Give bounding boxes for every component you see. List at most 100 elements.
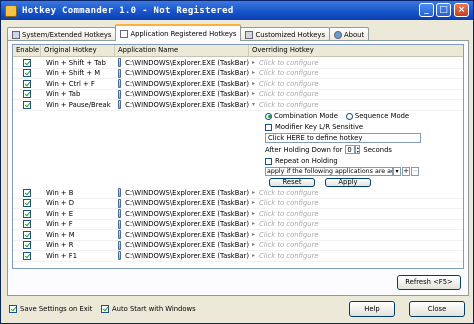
header-application-name[interactable]: Application Name bbox=[115, 45, 249, 57]
close-button[interactable]: Close bbox=[409, 301, 465, 317]
application-name: C:\WINDOWS\Explorer.EXE (TaskBar) bbox=[125, 199, 249, 208]
header-original-hotkey[interactable]: Original Hotkey bbox=[41, 45, 115, 57]
explorer-icon bbox=[118, 219, 122, 229]
add-icon[interactable]: + bbox=[402, 167, 410, 176]
overriding-hotkey-cell[interactable]: ▸ Click to configure bbox=[249, 198, 463, 208]
application-name: C:\WINDOWS\Explorer.EXE (TaskBar) bbox=[125, 69, 249, 78]
table-row[interactable]: Win + R C:\WINDOWS\Explorer.EXE (TaskBar… bbox=[13, 240, 463, 251]
expand-arrow-icon[interactable]: ▸ bbox=[252, 230, 255, 240]
expand-arrow-icon[interactable]: ▸ bbox=[252, 240, 255, 250]
enable-checkbox[interactable] bbox=[23, 209, 31, 218]
auto-start-option[interactable]: Auto Start with Windows bbox=[101, 305, 196, 313]
reset-button[interactable]: Reset bbox=[269, 178, 315, 187]
enable-checkbox[interactable] bbox=[23, 199, 31, 208]
expand-arrow-icon[interactable]: ▸ bbox=[252, 188, 255, 198]
application-name: C:\WINDOWS\Explorer.EXE (TaskBar) bbox=[125, 241, 249, 250]
expand-arrow-icon[interactable]: ▸ bbox=[252, 219, 255, 229]
expand-arrow-icon[interactable]: ▸ bbox=[252, 79, 255, 89]
overriding-hotkey-cell[interactable]: ▸ Click to configure bbox=[249, 58, 463, 68]
explorer-icon bbox=[118, 58, 122, 68]
tab-system-hotkeys[interactable]: System/Extended Hotkeys bbox=[7, 27, 117, 41]
original-hotkey: Win + E bbox=[46, 209, 74, 218]
sequence-mode-radio[interactable] bbox=[345, 112, 353, 120]
maximize-button[interactable]: □ bbox=[436, 3, 451, 17]
tab-customized-hotkeys[interactable]: Customized Hotkeys bbox=[240, 27, 330, 41]
define-hotkey-field[interactable]: Click HERE to define hotkey bbox=[265, 133, 421, 143]
minimize-button[interactable]: _ bbox=[419, 3, 434, 17]
overriding-hotkey-cell[interactable]: ▸ Click to configure bbox=[249, 251, 463, 261]
collapse-arrow-icon[interactable]: ▾ bbox=[252, 100, 255, 110]
table-row[interactable]: Win + Shift + Tab C:\WINDOWS\Explorer.EX… bbox=[13, 58, 463, 69]
enable-checkbox[interactable] bbox=[23, 58, 31, 67]
expand-arrow-icon[interactable]: ▸ bbox=[252, 209, 255, 219]
repeat-checkbox[interactable] bbox=[265, 157, 272, 165]
header-enable[interactable]: Enable bbox=[13, 45, 41, 57]
tab-application-hotkeys[interactable]: Application Registered Hotkeys bbox=[115, 24, 242, 41]
overriding-hotkey-cell[interactable]: ▸ Click to configure bbox=[249, 240, 463, 250]
enable-checkbox[interactable] bbox=[23, 90, 31, 99]
overriding-hotkey-cell[interactable]: ▸ Click to configure bbox=[249, 219, 463, 229]
table-row[interactable]: Win + E C:\WINDOWS\Explorer.EXE (TaskBar… bbox=[13, 209, 463, 220]
expand-arrow-icon[interactable]: ▸ bbox=[252, 198, 255, 208]
auto-start-checkbox[interactable] bbox=[101, 305, 109, 313]
table-row[interactable]: Win + D C:\WINDOWS\Explorer.EXE (TaskBar… bbox=[13, 198, 463, 209]
close-window-button[interactable]: × bbox=[454, 3, 469, 17]
enable-checkbox[interactable] bbox=[23, 251, 31, 260]
enable-checkbox[interactable] bbox=[23, 100, 31, 109]
override-label: Click to configure bbox=[259, 251, 319, 260]
expand-arrow-icon[interactable]: ▸ bbox=[252, 58, 255, 68]
save-settings-option[interactable]: Save Settings on Exit bbox=[9, 305, 92, 313]
info-icon bbox=[334, 30, 342, 39]
enable-checkbox[interactable] bbox=[23, 241, 31, 250]
modifier-lr-checkbox[interactable] bbox=[265, 123, 272, 131]
header-overriding-hotkey[interactable]: Overriding Hotkey bbox=[249, 45, 463, 57]
expand-arrow-icon[interactable]: ▸ bbox=[252, 89, 255, 99]
enable-checkbox[interactable] bbox=[23, 220, 31, 229]
tab-about[interactable]: About bbox=[329, 27, 370, 41]
table-row[interactable]: Win + M C:\WINDOWS\Explorer.EXE (TaskBar… bbox=[13, 230, 463, 241]
override-label: Click to configure bbox=[259, 58, 319, 67]
table-row[interactable]: Win + Tab C:\WINDOWS\Explorer.EXE (TaskB… bbox=[13, 89, 463, 100]
save-settings-checkbox[interactable] bbox=[9, 305, 17, 313]
chevron-down-icon[interactable]: ▾ bbox=[393, 167, 401, 176]
refresh-button[interactable]: Refresh <F5> bbox=[397, 275, 461, 290]
enable-checkbox[interactable] bbox=[23, 69, 31, 78]
expand-arrow-icon[interactable]: ▸ bbox=[252, 251, 255, 261]
enable-checkbox[interactable] bbox=[23, 230, 31, 239]
table-row[interactable]: Win + Pause/Break C:\WINDOWS\Explorer.EX… bbox=[13, 100, 463, 111]
combination-mode-radio[interactable] bbox=[265, 112, 272, 120]
enable-checkbox[interactable] bbox=[23, 188, 31, 197]
apply-condition-select[interactable]: apply if the following applications are … bbox=[265, 167, 393, 176]
overriding-hotkey-cell[interactable]: ▸ Click to configure bbox=[249, 68, 463, 78]
tab-label: System/Extended Hotkeys bbox=[22, 30, 112, 39]
overriding-hotkey-cell[interactable]: ▸ Click to configure bbox=[249, 89, 463, 99]
apply-button[interactable]: Apply bbox=[325, 178, 371, 187]
table-row[interactable]: Win + B C:\WINDOWS\Explorer.EXE (TaskBar… bbox=[13, 188, 463, 199]
overriding-hotkey-cell[interactable]: ▸ Click to configure bbox=[249, 188, 463, 198]
enable-checkbox[interactable] bbox=[23, 79, 31, 88]
window-title: Hotkey Commander 1.0 - Not Registered bbox=[22, 5, 234, 16]
explorer-icon bbox=[118, 209, 122, 219]
title-bar[interactable]: Hotkey Commander 1.0 - Not Registered _ … bbox=[1, 1, 473, 20]
help-button[interactable]: Help bbox=[349, 301, 395, 317]
hold-seconds-input[interactable]: 0 bbox=[345, 145, 356, 154]
override-label: Click to configure bbox=[259, 69, 319, 78]
expand-arrow-icon[interactable]: ▸ bbox=[252, 68, 255, 78]
original-hotkey: Win + Shift + M bbox=[46, 69, 101, 78]
application-name: C:\WINDOWS\Explorer.EXE (TaskBar) bbox=[125, 58, 249, 67]
table-row[interactable]: Win + F C:\WINDOWS\Explorer.EXE (TaskBar… bbox=[13, 219, 463, 230]
sequence-mode-label: Sequence Mode bbox=[354, 112, 410, 120]
hold-spinner[interactable]: ▴ ▾ bbox=[355, 145, 361, 154]
remove-icon[interactable]: − bbox=[411, 167, 419, 176]
overriding-hotkey-cell[interactable]: ▸ Click to configure bbox=[249, 79, 463, 89]
table-row[interactable]: Win + Ctrl + F C:\WINDOWS\Explorer.EXE (… bbox=[13, 79, 463, 90]
overriding-hotkey-cell[interactable]: ▾ Click to configure bbox=[249, 100, 463, 110]
overriding-hotkey-cell[interactable]: ▸ Click to configure bbox=[249, 209, 463, 219]
application-name: C:\WINDOWS\Explorer.EXE (TaskBar) bbox=[125, 230, 249, 239]
override-label: Click to configure bbox=[259, 79, 319, 88]
table-row[interactable]: Win + F1 C:\WINDOWS\Explorer.EXE (TaskBa… bbox=[13, 251, 463, 262]
overriding-hotkey-cell[interactable]: ▸ Click to configure bbox=[249, 230, 463, 240]
table-row[interactable]: Win + Shift + M C:\WINDOWS\Explorer.EXE … bbox=[13, 68, 463, 79]
original-hotkey: Win + B bbox=[46, 188, 74, 197]
explorer-icon bbox=[118, 230, 122, 240]
